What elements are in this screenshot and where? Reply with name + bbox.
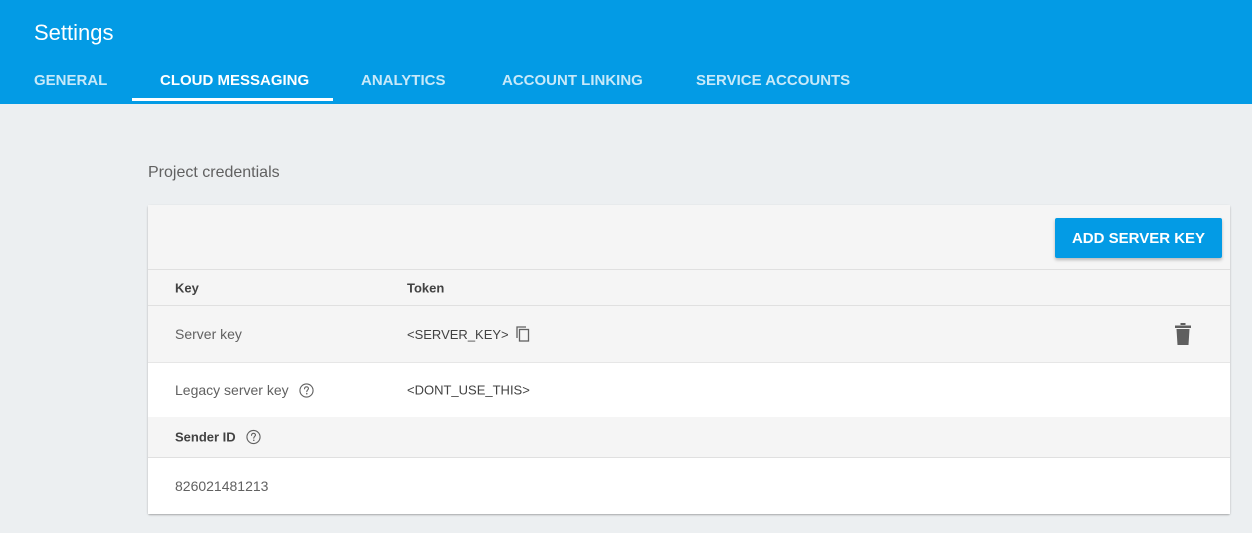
copy-icon[interactable] [516, 326, 530, 342]
table-row: 826021481213 [148, 458, 1230, 514]
sender-id-label: Sender ID [175, 429, 236, 445]
server-key-token-cell: <SERVER_KEY> [407, 326, 530, 342]
tab-service-accounts[interactable]: SERVICE ACCOUNTS [696, 68, 850, 104]
legacy-server-key-label: Legacy server key [175, 382, 289, 398]
sender-id-value[interactable]: 826021481213 [175, 478, 268, 494]
credentials-card: ADD SERVER KEY Key Token Server key <SER… [148, 205, 1230, 514]
tab-account-linking[interactable]: ACCOUNT LINKING [502, 68, 643, 104]
app-window: Settings GENERAL CLOUD MESSAGING ANALYTI… [0, 0, 1252, 533]
tab-analytics[interactable]: ANALYTICS [361, 68, 445, 104]
legacy-server-key-token[interactable]: <DONT_USE_THIS> [407, 383, 530, 398]
column-header-token: Token [407, 280, 445, 295]
table-row: Server key <SERVER_KEY> [148, 306, 1230, 363]
server-key-label: Server key [175, 326, 242, 342]
sender-id-header: Sender ID [148, 417, 1230, 458]
table-header: Key Token [148, 270, 1230, 306]
server-key-token[interactable]: <SERVER_KEY> [407, 327, 509, 342]
help-icon[interactable] [246, 429, 261, 445]
add-server-key-button[interactable]: ADD SERVER KEY [1055, 218, 1222, 258]
card-toolbar: ADD SERVER KEY [148, 205, 1230, 270]
page-title: Settings [34, 20, 114, 45]
legacy-server-key-cell: Legacy server key [175, 382, 314, 398]
column-header-key: Key [175, 280, 199, 295]
table-row: Legacy server key <DONT_USE_THIS> [148, 363, 1230, 417]
tab-general[interactable]: GENERAL [34, 68, 107, 104]
header-bar: Settings GENERAL CLOUD MESSAGING ANALYTI… [0, 0, 1252, 104]
section-title: Project credentials [148, 164, 280, 181]
active-tab-indicator [132, 98, 333, 101]
help-icon[interactable] [298, 382, 314, 398]
sender-id-header-cell: Sender ID [175, 430, 261, 445]
trash-icon[interactable] [1175, 323, 1191, 345]
